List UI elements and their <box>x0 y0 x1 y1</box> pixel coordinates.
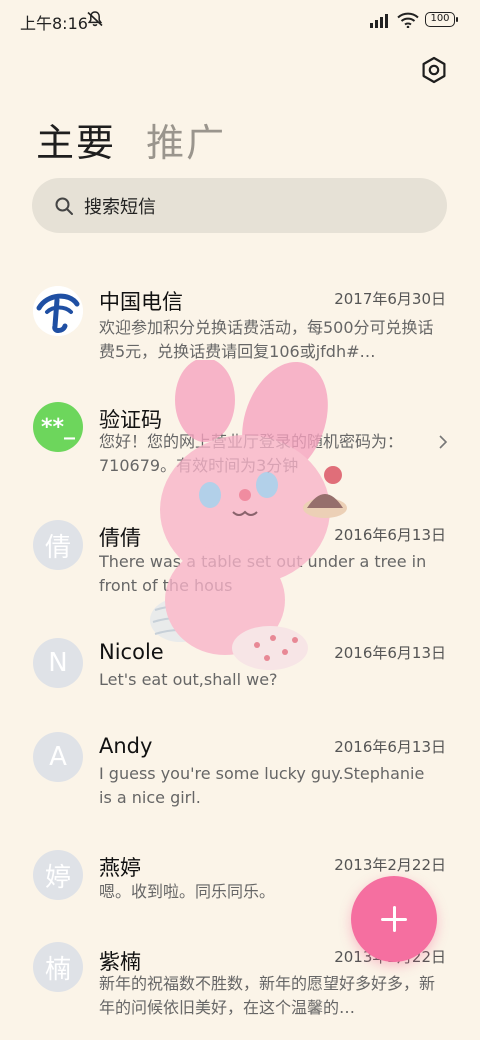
conversation-item[interactable]: **_ 验证码 您好！您的网上营业厅登录的随机密码为：710679。有效时间为3… <box>0 402 480 482</box>
conversation-item[interactable]: 中国电信 2017年6月30日 欢迎参加积分兑换话费活动，每500分可兑换话费5… <box>0 286 480 386</box>
avatar: 婷 <box>33 850 83 900</box>
avatar: N <box>33 638 83 688</box>
tab-main[interactable]: 主要 <box>36 112 116 167</box>
chevron-right-icon <box>439 435 448 449</box>
contact-name: 倩倩 <box>99 526 141 550</box>
gear-icon[interactable] <box>420 56 448 84</box>
message-preview: Let's eat out,shall we? <box>99 670 278 689</box>
message-date: 2017年6月30日 <box>334 290 446 308</box>
message-tabs: 主要 推广 <box>36 112 242 167</box>
china-telecom-logo-icon <box>33 286 83 336</box>
message-preview: There was a table set out under a tree i… <box>99 552 427 595</box>
message-preview: I guess you're some lucky guy.Stephanie … <box>99 764 425 807</box>
message-date: 2016年6月13日 <box>334 526 446 544</box>
avatar: 倩 <box>33 520 83 570</box>
plus-icon-vertical <box>393 906 396 932</box>
conversation-item[interactable]: A Andy 2016年6月13日 I guess you're some lu… <box>0 732 480 812</box>
message-preview: 您好！您的网上营业厅登录的随机密码为：710679。有效时间为3分钟 <box>99 432 404 475</box>
conversation-item[interactable]: 倩 倩倩 2016年6月13日 There was a table set ou… <box>0 520 480 600</box>
contact-name: 燕婷 <box>99 856 141 880</box>
avatar: 楠 <box>33 942 83 992</box>
avatar: A <box>33 732 83 782</box>
contact-name: Nicole <box>99 640 164 664</box>
mute-bell-icon <box>87 11 103 27</box>
compose-button[interactable] <box>351 876 437 962</box>
message-preview: 新年的祝福数不胜数，新年的愿望好多好多，新年的问候依旧美好，在这个温馨的… <box>99 974 436 1017</box>
china-telecom-logo-avatar <box>33 286 83 336</box>
conversation-item[interactable]: N Nicole 2016年6月13日 Let's eat out,shall … <box>0 638 480 698</box>
tab-promotions[interactable]: 推广 <box>146 112 226 167</box>
search-icon <box>55 197 73 215</box>
signal-icon <box>370 14 388 28</box>
contact-name: 中国电信 <box>99 290 183 314</box>
status-time: 上午8:16 <box>20 14 88 33</box>
message-date: 2016年6月13日 <box>334 738 446 756</box>
message-preview: 欢迎参加积分兑换话费活动，每500分可兑换话费5元，兑换话费请回复106或jfd… <box>99 318 434 361</box>
search-input[interactable]: 搜索短信 <box>32 178 447 233</box>
search-placeholder: 搜索短信 <box>84 197 156 218</box>
avatar: **_ <box>33 402 83 452</box>
message-date: 2013年2月22日 <box>334 856 446 874</box>
wifi-icon <box>397 12 419 28</box>
status-bar: 上午8:16 100 <box>0 0 480 40</box>
battery-indicator: 100 <box>425 12 458 27</box>
message-date: 2016年6月13日 <box>334 644 446 662</box>
contact-name: Andy <box>99 734 153 758</box>
